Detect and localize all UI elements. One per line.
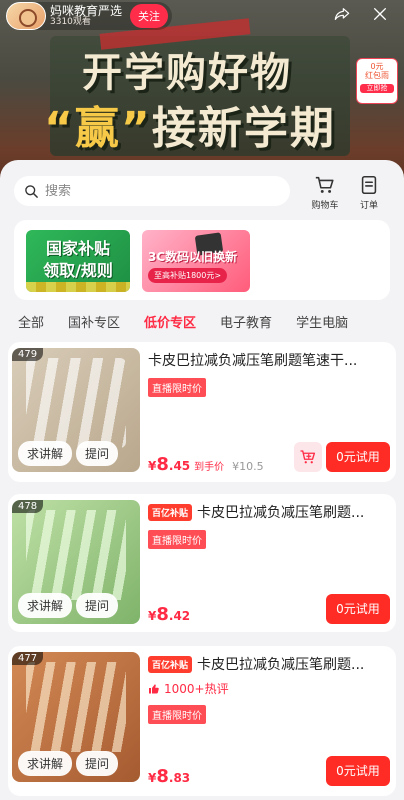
free-trial-button[interactable]: 0元试用 <box>326 756 390 786</box>
national-subsidy-banner[interactable]: 国家补贴 领取/规则 <box>26 230 130 292</box>
title-row: 百亿补贴 卡皮巴拉减负减压笔刷题... <box>148 502 390 522</box>
category-tabs: 全部 国补专区 低价专区 电子教育 学生电脑 <box>0 306 404 336</box>
red-packet-tag: 立即抢 <box>360 83 394 94</box>
currency-symbol: ¥ <box>148 459 157 473</box>
product-card[interactable]: 478 求讲解 提问 百亿补贴 卡皮巴拉减负减压笔刷题... 直播限时价 ¥ 8… <box>8 494 396 632</box>
final-price-label: 到手价 <box>194 462 225 473</box>
search-icon <box>25 184 38 198</box>
hot-review-count: 1000+热评 <box>164 682 229 696</box>
product-rank: 478 <box>12 500 44 513</box>
add-cart-icon <box>300 450 316 464</box>
search-input[interactable] <box>45 183 265 199</box>
view-count: 3310观看 <box>50 16 91 27</box>
cart-button[interactable]: 购物车 <box>305 174 345 211</box>
price-decimal: .45 <box>168 459 191 473</box>
search-bar[interactable] <box>14 176 290 206</box>
price-row: ¥ 8 .45 到手价 ¥10.5 <box>148 454 264 475</box>
price-decimal: .83 <box>168 771 191 785</box>
free-trial-button[interactable]: 0元试用 <box>326 442 390 472</box>
price-decimal: .42 <box>168 609 191 623</box>
host-info: 妈咪教育严选 3310观看 <box>50 5 122 27</box>
product-title[interactable]: 卡皮巴拉减负减压笔刷题... <box>197 654 364 674</box>
tab-all[interactable]: 全部 <box>18 312 44 331</box>
original-price: ¥10.5 <box>232 460 264 473</box>
request-explain-button[interactable]: 求讲解 <box>18 593 73 618</box>
price-integer: 8 <box>156 766 169 787</box>
product-info: 百亿补贴 卡皮巴拉减负减压笔刷题... 直播限时价 <box>148 502 390 549</box>
product-title[interactable]: 卡皮巴拉减负减压笔刷题... <box>197 502 364 522</box>
price-integer: 8 <box>156 604 169 625</box>
product-rank: 477 <box>12 652 44 665</box>
product-image[interactable]: 478 求讲解 提问 <box>12 500 140 624</box>
pen-illustration <box>26 662 126 752</box>
price-integer: 8 <box>156 454 169 475</box>
product-rank: 479 <box>12 348 44 361</box>
subsidy-badge: 百亿补贴 <box>148 503 193 521</box>
price-row: ¥ 8 .83 <box>148 766 190 787</box>
follow-button[interactable]: 关注 <box>130 4 169 28</box>
close-icon[interactable] <box>372 6 388 22</box>
share-icon[interactable] <box>334 6 350 22</box>
live-price-tag: 直播限时价 <box>148 378 206 397</box>
pen-illustration <box>26 358 126 448</box>
stream-headline-2: “赢”接新学期 <box>44 92 336 156</box>
product-image[interactable]: 479 求讲解 提问 <box>12 348 140 472</box>
pen-illustration <box>26 510 126 600</box>
product-title[interactable]: 卡皮巴拉减负减压笔刷题笔速干... <box>148 350 357 370</box>
ask-question-button[interactable]: 提问 <box>76 593 119 618</box>
host-name: 妈咪教育严选 <box>50 3 123 18</box>
live-price-tag: 直播限时价 <box>148 530 206 549</box>
stream-headline-1: 开学购好物 <box>82 50 292 96</box>
product-info: 百亿补贴 卡皮巴拉减负减压笔刷题... 1000+热评 直播限时价 <box>148 654 390 724</box>
tab-electronic-education[interactable]: 电子教育 <box>220 312 272 331</box>
image-actions: 求讲解 提问 <box>18 593 122 618</box>
subsidy-line1: 国家补贴 <box>45 239 110 258</box>
orders-label: 订单 <box>359 201 378 211</box>
red-packet-line2: 红包雨 <box>365 70 389 80</box>
subsidy-line2: 领取/规则 <box>43 260 113 280</box>
cart-label: 购物车 <box>311 201 339 211</box>
trade-in-banner[interactable]: 3C数码以旧换新 至高补贴1800元> <box>142 230 250 292</box>
ask-question-button[interactable]: 提问 <box>76 751 119 776</box>
order-list-icon <box>361 175 377 195</box>
trade-in-title: 3C数码以旧换新 <box>148 250 238 264</box>
subsidy-badge: 百亿补贴 <box>148 655 193 673</box>
avatar[interactable] <box>6 2 46 30</box>
trade-in-subtitle: 至高补贴1800元> <box>148 268 228 283</box>
stream-headline-highlight: “赢” <box>44 103 152 154</box>
ask-question-button[interactable]: 提问 <box>76 441 119 466</box>
price-row: ¥ 8 .42 <box>148 604 190 625</box>
request-explain-button[interactable]: 求讲解 <box>18 751 73 776</box>
image-actions: 求讲解 提问 <box>18 441 122 466</box>
cart-icon <box>315 176 334 193</box>
hot-review-row: 1000+热评 <box>148 680 390 697</box>
tab-national-subsidy[interactable]: 国补专区 <box>68 312 120 331</box>
currency-symbol: ¥ <box>148 771 157 785</box>
host-header: 妈咪教育严选 3310观看 关注 <box>6 2 173 30</box>
currency-symbol: ¥ <box>148 609 157 623</box>
product-card[interactable]: 477 求讲解 提问 百亿补贴 卡皮巴拉减负减压笔刷题... 1000+热评 直… <box>8 646 396 796</box>
live-price-tag: 直播限时价 <box>148 705 206 724</box>
title-row: 百亿补贴 卡皮巴拉减负减压笔刷题... <box>148 654 390 674</box>
thumbs-up-icon <box>149 683 159 693</box>
tab-low-price[interactable]: 低价专区 <box>144 312 196 331</box>
image-actions: 求讲解 提问 <box>18 751 122 776</box>
free-trial-button[interactable]: 0元试用 <box>326 594 390 624</box>
product-sheet: 购物车 订单 国家补贴 领取/规则 3C数码以旧换新 至高补贴1800元> 全部… <box>0 160 404 800</box>
add-to-cart-button[interactable] <box>294 442 322 472</box>
red-packet-badge[interactable]: 0元 红包雨 立即抢 <box>356 58 398 104</box>
promo-banners: 国家补贴 领取/规则 3C数码以旧换新 至高补贴1800元> <box>14 220 390 300</box>
request-explain-button[interactable]: 求讲解 <box>18 441 73 466</box>
stream-headline-rest: 接新学期 <box>151 103 336 154</box>
product-card[interactable]: 479 求讲解 提问 卡皮巴拉减负减压笔刷题笔速干... 直播限时价 ¥ 8 .… <box>8 342 396 482</box>
product-info: 卡皮巴拉减负减压笔刷题笔速干... 直播限时价 <box>148 350 390 397</box>
orders-button[interactable]: 订单 <box>349 174 389 211</box>
product-image[interactable]: 477 求讲解 提问 <box>12 652 140 782</box>
tab-student-computer[interactable]: 学生电脑 <box>296 312 348 331</box>
title-row: 卡皮巴拉减负减压笔刷题笔速干... <box>148 350 390 370</box>
